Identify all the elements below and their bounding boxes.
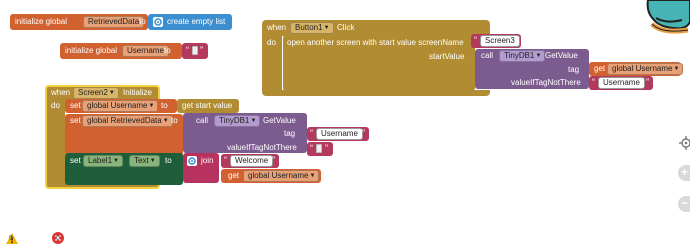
to-label: to (164, 46, 171, 55)
tag-label: tag (284, 129, 296, 138)
value-if-tag-not-there-label: valueIfTagNotThere (511, 78, 581, 87)
zoom-out-button[interactable]: − (678, 196, 690, 212)
zoom-in-button[interactable]: + (678, 165, 690, 181)
to-label: to (165, 156, 172, 165)
component-dropdown[interactable]: Label1 ▼ (83, 155, 124, 167)
welcome-text-value[interactable]: Welcome (230, 155, 274, 167)
create-empty-list-label: create empty list (167, 17, 226, 26)
variable-dropdown[interactable]: global Username ▼ (607, 63, 684, 75)
set-global-username-block[interactable]: set global Username ▼ to (65, 99, 177, 113)
get-global-username-block[interactable]: get global Username ▼ (589, 62, 684, 76)
variable-name-field[interactable]: RetrievedData (83, 16, 145, 28)
empty-string-field[interactable] (316, 144, 322, 153)
screen-name-value[interactable]: Screen3 (480, 35, 520, 47)
do-label: do (267, 38, 276, 47)
empty-string-field[interactable] (192, 46, 198, 55)
getvalue-label: GetValue (263, 116, 296, 125)
username-text-block[interactable]: “ Username ” (589, 76, 653, 90)
event-label: Initialize (123, 88, 152, 97)
set-label: set (70, 116, 81, 125)
when-label: when (51, 88, 71, 97)
do-label: do (51, 101, 60, 110)
variable-dropdown[interactable]: global Username ▼ (243, 170, 320, 182)
call-label: call (481, 51, 494, 60)
event-label: Click (337, 23, 355, 32)
create-empty-list-block[interactable]: create empty list (148, 14, 232, 30)
errors-count: 0 (56, 235, 60, 242)
get-start-value-label: get start value (182, 101, 233, 110)
start-value-label: startValue (429, 52, 465, 61)
join-block[interactable]: join (183, 153, 219, 183)
variable-dropdown[interactable]: global RetrievedData ▼ (82, 115, 173, 127)
init-global-username-block[interactable]: initialize global Username to (60, 43, 182, 59)
join-label: join (201, 156, 214, 165)
get-label: get (594, 64, 606, 73)
warnings-count: 0 (9, 235, 13, 242)
open-another-screen-block[interactable]: open another screen with start value scr… (283, 35, 475, 91)
call-label: call (196, 116, 209, 125)
open-another-screen-label: open another screen with start value scr… (287, 38, 464, 47)
component-dropdown[interactable]: Button1 ▼ (290, 22, 334, 34)
username-text-value[interactable]: Username (316, 128, 363, 140)
variable-name-field[interactable]: Username (122, 45, 169, 57)
screen-name-text-block[interactable]: “ Screen3 ” (471, 34, 521, 48)
to-label: to (139, 17, 146, 26)
to-label: to (161, 101, 168, 110)
init-global-label: initialize global (65, 46, 118, 55)
set-label: set (70, 101, 81, 110)
empty-text-block[interactable]: “ ” (182, 43, 208, 59)
getvalue-label: GetValue (545, 51, 578, 60)
variable-dropdown[interactable]: global Username ▼ (82, 100, 159, 112)
set-global-retrieveddata-block[interactable]: set global RetrievedData ▼ to (65, 114, 183, 156)
get-start-value-block[interactable]: get start value (177, 99, 239, 113)
username-text-block[interactable]: “ Username ” (307, 127, 369, 141)
mascot-image (640, 0, 690, 40)
tinydb-dropdown[interactable]: TinyDB1 ▼ (499, 50, 546, 62)
property-dropdown[interactable]: Text ▼ (129, 155, 160, 167)
to-label: to (171, 116, 178, 125)
get-global-username-block[interactable]: get global Username ▼ (221, 169, 321, 183)
get-label: get (228, 171, 240, 180)
username-text-value[interactable]: Username (598, 77, 645, 89)
tag-label: tag (568, 65, 580, 74)
init-global-retrieveddata-block[interactable]: initialize global RetrievedData to (10, 14, 148, 30)
init-global-label: initialize global (15, 17, 68, 26)
tinydb-getvalue-block[interactable]: call TinyDB1 ▼ GetValue tag valueIfTagNot… (475, 49, 589, 89)
value-if-tag-not-there-label: valueIfTagNotThere (227, 143, 297, 152)
target-icon[interactable] (676, 136, 690, 150)
gear-icon[interactable] (153, 17, 163, 27)
tinydb-dropdown[interactable]: TinyDB1 ▼ (214, 115, 261, 127)
set-label1-text-block[interactable]: set Label1 ▼ Text ▼ to (65, 153, 183, 185)
tinydb-getvalue-block[interactable]: call TinyDB1 ▼ GetValue tag valueIfTagNot… (183, 113, 307, 153)
component-dropdown[interactable]: Screen2 ▼ (73, 87, 119, 99)
when-label: when (267, 23, 287, 32)
empty-text-block[interactable]: “ ” (307, 142, 333, 156)
set-label: set (70, 156, 81, 165)
welcome-text-block[interactable]: “ Welcome ” (221, 154, 279, 168)
gear-icon[interactable] (187, 156, 197, 166)
